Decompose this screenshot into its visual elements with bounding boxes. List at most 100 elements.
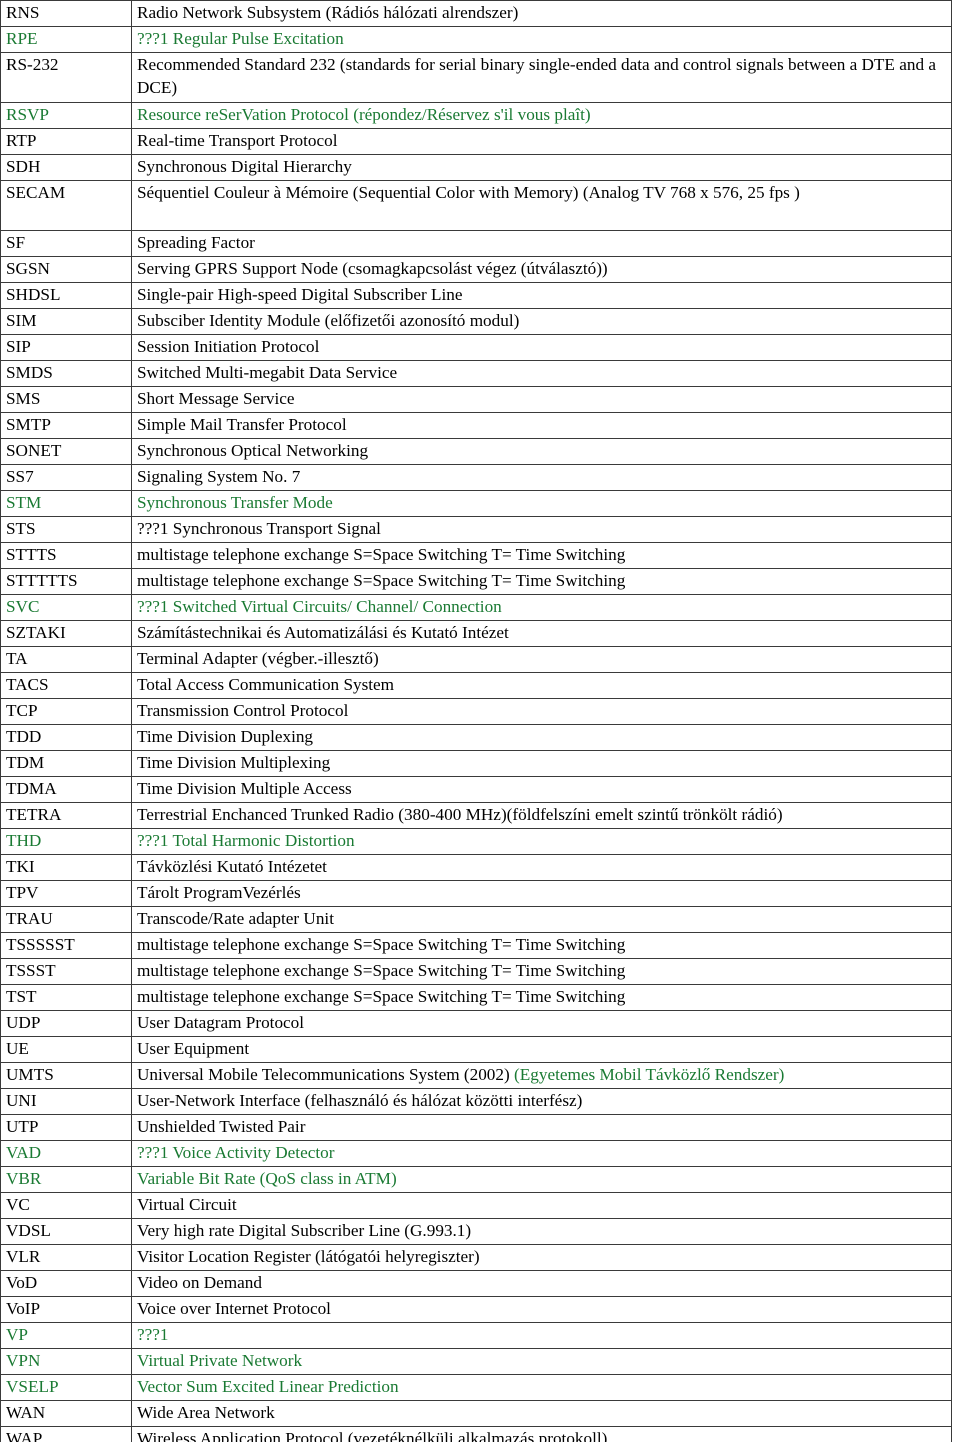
table-row: VBR Variable Bit Rate (QoS class in ATM) (0, 1166, 952, 1193)
table-row: SIP Session Initiation Protocol (0, 334, 952, 361)
definition-cell: Voice over Internet Protocol (131, 1296, 952, 1323)
table-row: TDM Time Division Multiplexing (0, 750, 952, 777)
abbreviation-cell: UNI (0, 1088, 132, 1115)
table-row: SMS Short Message Service (0, 386, 952, 413)
abbreviation-cell: TPV (0, 880, 132, 907)
definition-cell: multistage telephone exchange S=Space Sw… (131, 568, 952, 595)
abbreviation-cell: RSVP (0, 102, 132, 129)
abbreviation-cell: TRAU (0, 906, 132, 933)
table-row: TDD Time Division Duplexing (0, 724, 952, 751)
table-row: RTP Real-time Transport Protocol (0, 128, 952, 155)
definition-text-primary: Universal Mobile Telecommunications Syst… (137, 1065, 515, 1084)
table-row: UMTS Universal Mobile Telecommunications … (0, 1062, 952, 1089)
table-row: SZTAKI Számítástechnikai és Automatizálás… (0, 620, 952, 647)
table-row: TSSSSST multistage telephone exchange S=S… (0, 932, 952, 959)
abbreviation-cell: TDD (0, 724, 132, 751)
table-row: VC Virtual Circuit (0, 1192, 952, 1219)
abbreviation-cell: VDSL (0, 1218, 132, 1245)
abbreviation-cell: RPE (0, 26, 132, 53)
table-row: SF Spreading Factor (0, 230, 952, 257)
abbreviation-cell: SIM (0, 308, 132, 335)
abbreviation-cell: RS-232 (0, 52, 132, 103)
abbreviation-cell: TETRA (0, 802, 132, 829)
abbreviation-cell: VoD (0, 1270, 132, 1297)
definition-cell: Signaling System No. 7 (131, 464, 952, 491)
definition-cell: Total Access Communication System (131, 672, 952, 699)
definition-cell: Very high rate Digital Subscriber Line (… (131, 1218, 952, 1245)
acronym-glossary-table: RNS Radio Network Subsystem (Rádiós hálóz… (0, 0, 952, 1442)
table-row: VLR Visitor Location Register (látógatói … (0, 1244, 952, 1271)
table-row: THD ???1 Total Harmonic Distortion (0, 828, 952, 855)
table-row: UDP User Datagram Protocol (0, 1010, 952, 1037)
table-row: TPV Tárolt ProgramVezérlés (0, 880, 952, 907)
definition-cell: Serving GPRS Support Node (csomagkapcsol… (131, 256, 952, 283)
table-row: UTP Unshielded Twisted Pair (0, 1114, 952, 1141)
abbreviation-cell: TSSSSST (0, 932, 132, 959)
table-row: SDH Synchronous Digital Hierarchy (0, 154, 952, 181)
definition-cell: Wide Area Network (131, 1400, 952, 1427)
table-row: TETRA Terrestrial Enchanced Trunked Radio… (0, 802, 952, 829)
definition-cell: Tárolt ProgramVezérlés (131, 880, 952, 907)
table-row: UNI User-Network Interface (felhasználó é… (0, 1088, 952, 1115)
definition-cell: Visitor Location Register (látógatói hel… (131, 1244, 952, 1271)
abbreviation-cell: TDM (0, 750, 132, 777)
abbreviation-cell: STS (0, 516, 132, 543)
table-row: SMDS Switched Multi-megabit Data Service (0, 360, 952, 387)
definition-cell: Recommended Standard 232 (standards for … (131, 52, 952, 103)
abbreviation-cell: VSELP (0, 1374, 132, 1401)
definition-cell: Universal Mobile Telecommunications Syst… (131, 1062, 952, 1089)
abbreviation-cell: VC (0, 1192, 132, 1219)
table-row: VPN Virtual Private Network (0, 1348, 952, 1375)
table-row: SIM Subsciber Identity Module (előfizetői… (0, 308, 952, 335)
definition-cell: Short Message Service (131, 386, 952, 413)
definition-cell: ???1 Switched Virtual Circuits/ Channel/… (131, 594, 952, 621)
definition-cell: Real-time Transport Protocol (131, 128, 952, 155)
table-row: VoIP Voice over Internet Protocol (0, 1296, 952, 1323)
definition-cell: multistage telephone exchange S=Space Sw… (131, 958, 952, 985)
definition-cell: Radio Network Subsystem (Rádiós hálózati… (131, 0, 952, 27)
abbreviation-cell: TDMA (0, 776, 132, 803)
table-row: STS ???1 Synchronous Transport Signal (0, 516, 952, 543)
abbreviation-cell: TA (0, 646, 132, 673)
definition-cell: Switched Multi-megabit Data Service (131, 360, 952, 387)
table-row: RSVP Resource reSerVation Protocol (répon… (0, 102, 952, 129)
definition-cell: Resource reSerVation Protocol (répondez/… (131, 102, 952, 129)
definition-cell: Session Initiation Protocol (131, 334, 952, 361)
definition-text-translation: (Egyetemes Mobil Távközlő Rendszer) (514, 1065, 785, 1084)
definition-cell: ???1 Voice Activity Detector (131, 1140, 952, 1167)
definition-cell: ???1 Regular Pulse Excitation (131, 26, 952, 53)
table-row: SHDSL Single-pair High-speed Digital Subs… (0, 282, 952, 309)
abbreviation-cell: SHDSL (0, 282, 132, 309)
definition-cell: Simple Mail Transfer Protocol (131, 412, 952, 439)
abbreviation-cell: SMS (0, 386, 132, 413)
definition-cell: Time Division Multiple Access (131, 776, 952, 803)
definition-cell: multistage telephone exchange S=Space Sw… (131, 932, 952, 959)
table-row: RPE ???1 Regular Pulse Excitation (0, 26, 952, 53)
definition-cell: Subsciber Identity Module (előfizetői az… (131, 308, 952, 335)
table-row: TSSST multistage telephone exchange S=Spa… (0, 958, 952, 985)
table-row: TA Terminal Adapter (végber.-illesztő) (0, 646, 952, 673)
table-row: TKI Távközlési Kutató Intézetet (0, 854, 952, 881)
table-row: RNS Radio Network Subsystem (Rádiós hálóz… (0, 0, 952, 27)
abbreviation-cell: UTP (0, 1114, 132, 1141)
definition-cell: Virtual Circuit (131, 1192, 952, 1219)
table-row: RS-232 Recommended Standard 232 (standard… (0, 52, 952, 103)
abbreviation-cell: TACS (0, 672, 132, 699)
abbreviation-cell: UMTS (0, 1062, 132, 1089)
definition-cell: Synchronous Digital Hierarchy (131, 154, 952, 181)
definition-cell: User-Network Interface (felhasználó és h… (131, 1088, 952, 1115)
definition-cell: Transmission Control Protocol (131, 698, 952, 725)
abbreviation-cell: SGSN (0, 256, 132, 283)
definition-cell: multistage telephone exchange S=Space Sw… (131, 542, 952, 569)
abbreviation-cell: THD (0, 828, 132, 855)
definition-cell: ???1 (131, 1322, 952, 1349)
definition-cell: User Datagram Protocol (131, 1010, 952, 1037)
table-row: SONET Synchronous Optical Networking (0, 438, 952, 465)
table-row: VDSL Very high rate Digital Subscriber Li… (0, 1218, 952, 1245)
definition-cell: Spreading Factor (131, 230, 952, 257)
abbreviation-cell: SS7 (0, 464, 132, 491)
abbreviation-cell: VPN (0, 1348, 132, 1375)
abbreviation-cell: SIP (0, 334, 132, 361)
table-row: WAP Wireless Application Protocol (vezeté… (0, 1426, 952, 1442)
table-row: STTTS multistage telephone exchange S=Sp… (0, 542, 952, 569)
